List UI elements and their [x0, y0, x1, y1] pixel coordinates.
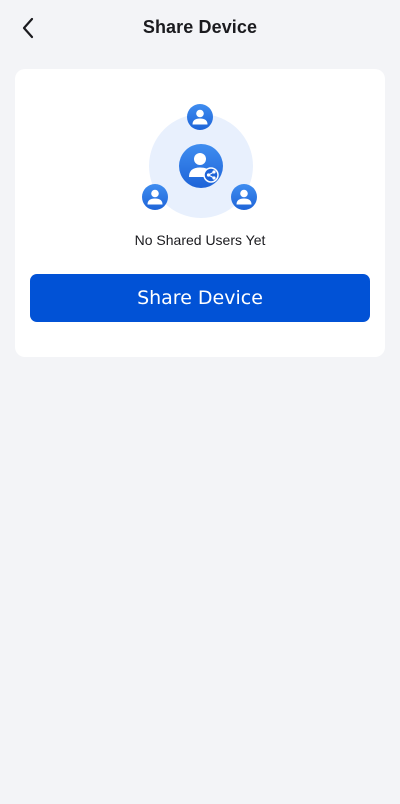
header: Share Device: [0, 0, 400, 58]
page-title: Share Device: [142, 17, 258, 37]
user-icon-top: [187, 104, 213, 130]
user-icon-right: [231, 184, 257, 210]
share-user-icon: [179, 144, 223, 188]
share-users-illustration: [15, 69, 385, 229]
share-device-button[interactable]: Share Device: [30, 274, 370, 322]
user-icon-left: [142, 184, 168, 210]
empty-state-message: No Shared Users Yet: [134, 232, 266, 248]
share-card: No Shared Users Yet Share Device: [15, 69, 385, 357]
